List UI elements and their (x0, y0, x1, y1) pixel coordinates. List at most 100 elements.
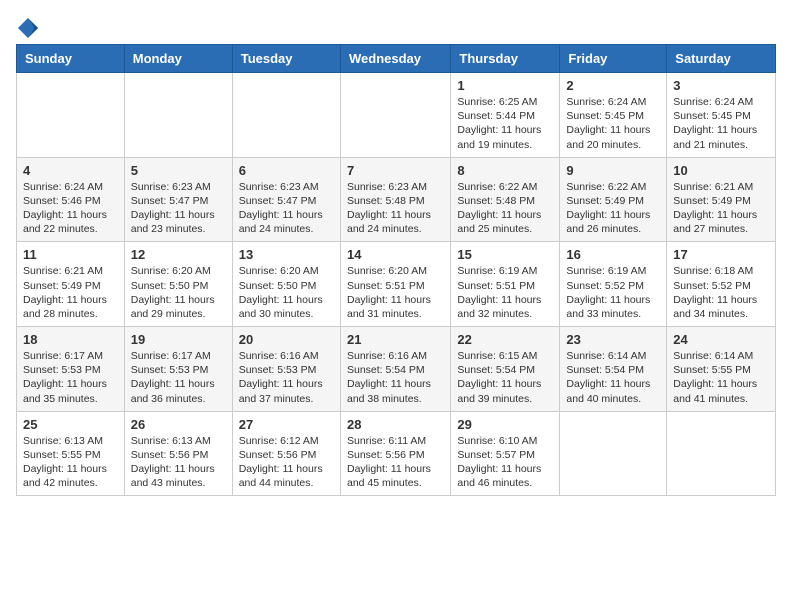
day-number: 1 (457, 78, 553, 93)
day-info: Sunrise: 6:10 AM Sunset: 5:57 PM Dayligh… (457, 434, 553, 491)
day-number: 27 (239, 417, 334, 432)
day-number: 14 (347, 247, 444, 262)
day-number: 11 (23, 247, 118, 262)
column-header-tuesday: Tuesday (232, 45, 340, 73)
column-header-thursday: Thursday (451, 45, 560, 73)
calendar-cell: 28Sunrise: 6:11 AM Sunset: 5:56 PM Dayli… (340, 411, 450, 496)
calendar-cell: 26 Sunrise: 6:13 AM Sunset: 5:56 PM Dayli… (124, 411, 232, 496)
calendar-cell (232, 73, 340, 158)
day-number: 6 (239, 163, 334, 178)
day-number: 20 (239, 332, 334, 347)
calendar-cell: 11 Sunrise: 6:21 AM Sunset: 5:49 PM Dayli… (17, 242, 125, 327)
day-number: 25 (23, 417, 118, 432)
day-info: Sunrise: 6:20 AM Sunset: 5:50 PM Dayligh… (239, 264, 334, 321)
calendar-cell: 18Sunrise: 6:17 AM Sunset: 5:53 PM Dayli… (17, 327, 125, 412)
day-number: 19 (131, 332, 226, 347)
day-info: Sunrise: 6:13 AM Sunset: 5:55 PM Dayligh… (23, 434, 118, 491)
calendar-cell: 23 Sunrise: 6:14 AM Sunset: 5:54 PM Dayli… (560, 327, 667, 412)
day-number: 3 (673, 78, 769, 93)
calendar-cell: 1 Sunrise: 6:25 AM Sunset: 5:44 PM Daylig… (451, 73, 560, 158)
calendar-cell: 9Sunrise: 6:22 AM Sunset: 5:49 PM Daylig… (560, 157, 667, 242)
day-info: Sunrise: 6:24 AM Sunset: 5:46 PM Dayligh… (23, 180, 118, 237)
column-header-saturday: Saturday (667, 45, 776, 73)
column-header-friday: Friday (560, 45, 667, 73)
day-number: 17 (673, 247, 769, 262)
day-info: Sunrise: 6:17 AM Sunset: 5:53 PM Dayligh… (131, 349, 226, 406)
logo (16, 16, 44, 40)
column-header-wednesday: Wednesday (340, 45, 450, 73)
day-number: 22 (457, 332, 553, 347)
calendar-cell: 10 Sunrise: 6:21 AM Sunset: 5:49 PM Dayli… (667, 157, 776, 242)
calendar-week-row: 18Sunrise: 6:17 AM Sunset: 5:53 PM Dayli… (17, 327, 776, 412)
day-number: 13 (239, 247, 334, 262)
day-number: 7 (347, 163, 444, 178)
day-info: Sunrise: 6:24 AM Sunset: 5:45 PM Dayligh… (566, 95, 660, 152)
day-info: Sunrise: 6:18 AM Sunset: 5:52 PM Dayligh… (673, 264, 769, 321)
day-info: Sunrise: 6:16 AM Sunset: 5:54 PM Dayligh… (347, 349, 444, 406)
calendar-week-row: 1 Sunrise: 6:25 AM Sunset: 5:44 PM Daylig… (17, 73, 776, 158)
day-number: 16 (566, 247, 660, 262)
calendar-cell: 5 Sunrise: 6:23 AM Sunset: 5:47 PM Daylig… (124, 157, 232, 242)
calendar-cell: 15 Sunrise: 6:19 AM Sunset: 5:51 PM Dayli… (451, 242, 560, 327)
calendar-cell: 8 Sunrise: 6:22 AM Sunset: 5:48 PM Daylig… (451, 157, 560, 242)
day-number: 21 (347, 332, 444, 347)
day-info: Sunrise: 6:14 AM Sunset: 5:54 PM Dayligh… (566, 349, 660, 406)
day-info: Sunrise: 6:16 AM Sunset: 5:53 PM Dayligh… (239, 349, 334, 406)
calendar-cell: 25 Sunrise: 6:13 AM Sunset: 5:55 PM Dayli… (17, 411, 125, 496)
day-info: Sunrise: 6:13 AM Sunset: 5:56 PM Dayligh… (131, 434, 226, 491)
day-info: Sunrise: 6:17 AM Sunset: 5:53 PM Dayligh… (23, 349, 118, 406)
calendar-table: SundayMondayTuesdayWednesdayThursdayFrid… (16, 44, 776, 496)
calendar-cell: 19 Sunrise: 6:17 AM Sunset: 5:53 PM Dayli… (124, 327, 232, 412)
column-header-monday: Monday (124, 45, 232, 73)
calendar-cell: 7 Sunrise: 6:23 AM Sunset: 5:48 PM Daylig… (340, 157, 450, 242)
calendar-cell: 17 Sunrise: 6:18 AM Sunset: 5:52 PM Dayli… (667, 242, 776, 327)
day-info: Sunrise: 6:23 AM Sunset: 5:47 PM Dayligh… (131, 180, 226, 237)
calendar-cell: 14 Sunrise: 6:20 AM Sunset: 5:51 PM Dayli… (340, 242, 450, 327)
calendar-cell (667, 411, 776, 496)
calendar-week-row: 11 Sunrise: 6:21 AM Sunset: 5:49 PM Dayli… (17, 242, 776, 327)
calendar-cell: 24 Sunrise: 6:14 AM Sunset: 5:55 PM Dayli… (667, 327, 776, 412)
calendar-week-row: 25 Sunrise: 6:13 AM Sunset: 5:55 PM Dayli… (17, 411, 776, 496)
day-info: Sunrise: 6:12 AM Sunset: 5:56 PM Dayligh… (239, 434, 334, 491)
day-info: Sunrise: 6:21 AM Sunset: 5:49 PM Dayligh… (673, 180, 769, 237)
day-info: Sunrise: 6:23 AM Sunset: 5:48 PM Dayligh… (347, 180, 444, 237)
day-info: Sunrise: 6:25 AM Sunset: 5:44 PM Dayligh… (457, 95, 553, 152)
day-info: Sunrise: 6:19 AM Sunset: 5:51 PM Dayligh… (457, 264, 553, 321)
day-info: Sunrise: 6:24 AM Sunset: 5:45 PM Dayligh… (673, 95, 769, 152)
calendar-cell: 21 Sunrise: 6:16 AM Sunset: 5:54 PM Dayli… (340, 327, 450, 412)
calendar-cell: 16 Sunrise: 6:19 AM Sunset: 5:52 PM Dayli… (560, 242, 667, 327)
day-number: 10 (673, 163, 769, 178)
calendar-header-row: SundayMondayTuesdayWednesdayThursdayFrid… (17, 45, 776, 73)
calendar-cell: 12 Sunrise: 6:20 AM Sunset: 5:50 PM Dayli… (124, 242, 232, 327)
day-info: Sunrise: 6:22 AM Sunset: 5:48 PM Dayligh… (457, 180, 553, 237)
column-header-sunday: Sunday (17, 45, 125, 73)
calendar-cell: 29Sunrise: 6:10 AM Sunset: 5:57 PM Dayli… (451, 411, 560, 496)
day-info: Sunrise: 6:20 AM Sunset: 5:50 PM Dayligh… (131, 264, 226, 321)
day-number: 26 (131, 417, 226, 432)
day-info: Sunrise: 6:14 AM Sunset: 5:55 PM Dayligh… (673, 349, 769, 406)
day-number: 8 (457, 163, 553, 178)
day-info: Sunrise: 6:21 AM Sunset: 5:49 PM Dayligh… (23, 264, 118, 321)
calendar-cell: 27 Sunrise: 6:12 AM Sunset: 5:56 PM Dayli… (232, 411, 340, 496)
day-number: 9 (566, 163, 660, 178)
calendar-cell: 2Sunrise: 6:24 AM Sunset: 5:45 PM Daylig… (560, 73, 667, 158)
day-number: 5 (131, 163, 226, 178)
day-info: Sunrise: 6:23 AM Sunset: 5:47 PM Dayligh… (239, 180, 334, 237)
calendar-cell: 4 Sunrise: 6:24 AM Sunset: 5:46 PM Daylig… (17, 157, 125, 242)
day-info: Sunrise: 6:19 AM Sunset: 5:52 PM Dayligh… (566, 264, 660, 321)
logo-icon (16, 16, 40, 40)
day-number: 23 (566, 332, 660, 347)
calendar-cell: 13 Sunrise: 6:20 AM Sunset: 5:50 PM Dayli… (232, 242, 340, 327)
day-info: Sunrise: 6:20 AM Sunset: 5:51 PM Dayligh… (347, 264, 444, 321)
calendar-cell (124, 73, 232, 158)
calendar-cell (560, 411, 667, 496)
calendar-cell (17, 73, 125, 158)
day-number: 24 (673, 332, 769, 347)
day-number: 28 (347, 417, 444, 432)
calendar-cell: 3 Sunrise: 6:24 AM Sunset: 5:45 PM Daylig… (667, 73, 776, 158)
day-number: 12 (131, 247, 226, 262)
day-number: 4 (23, 163, 118, 178)
calendar-cell (340, 73, 450, 158)
day-number: 15 (457, 247, 553, 262)
calendar-cell: 20 Sunrise: 6:16 AM Sunset: 5:53 PM Dayli… (232, 327, 340, 412)
